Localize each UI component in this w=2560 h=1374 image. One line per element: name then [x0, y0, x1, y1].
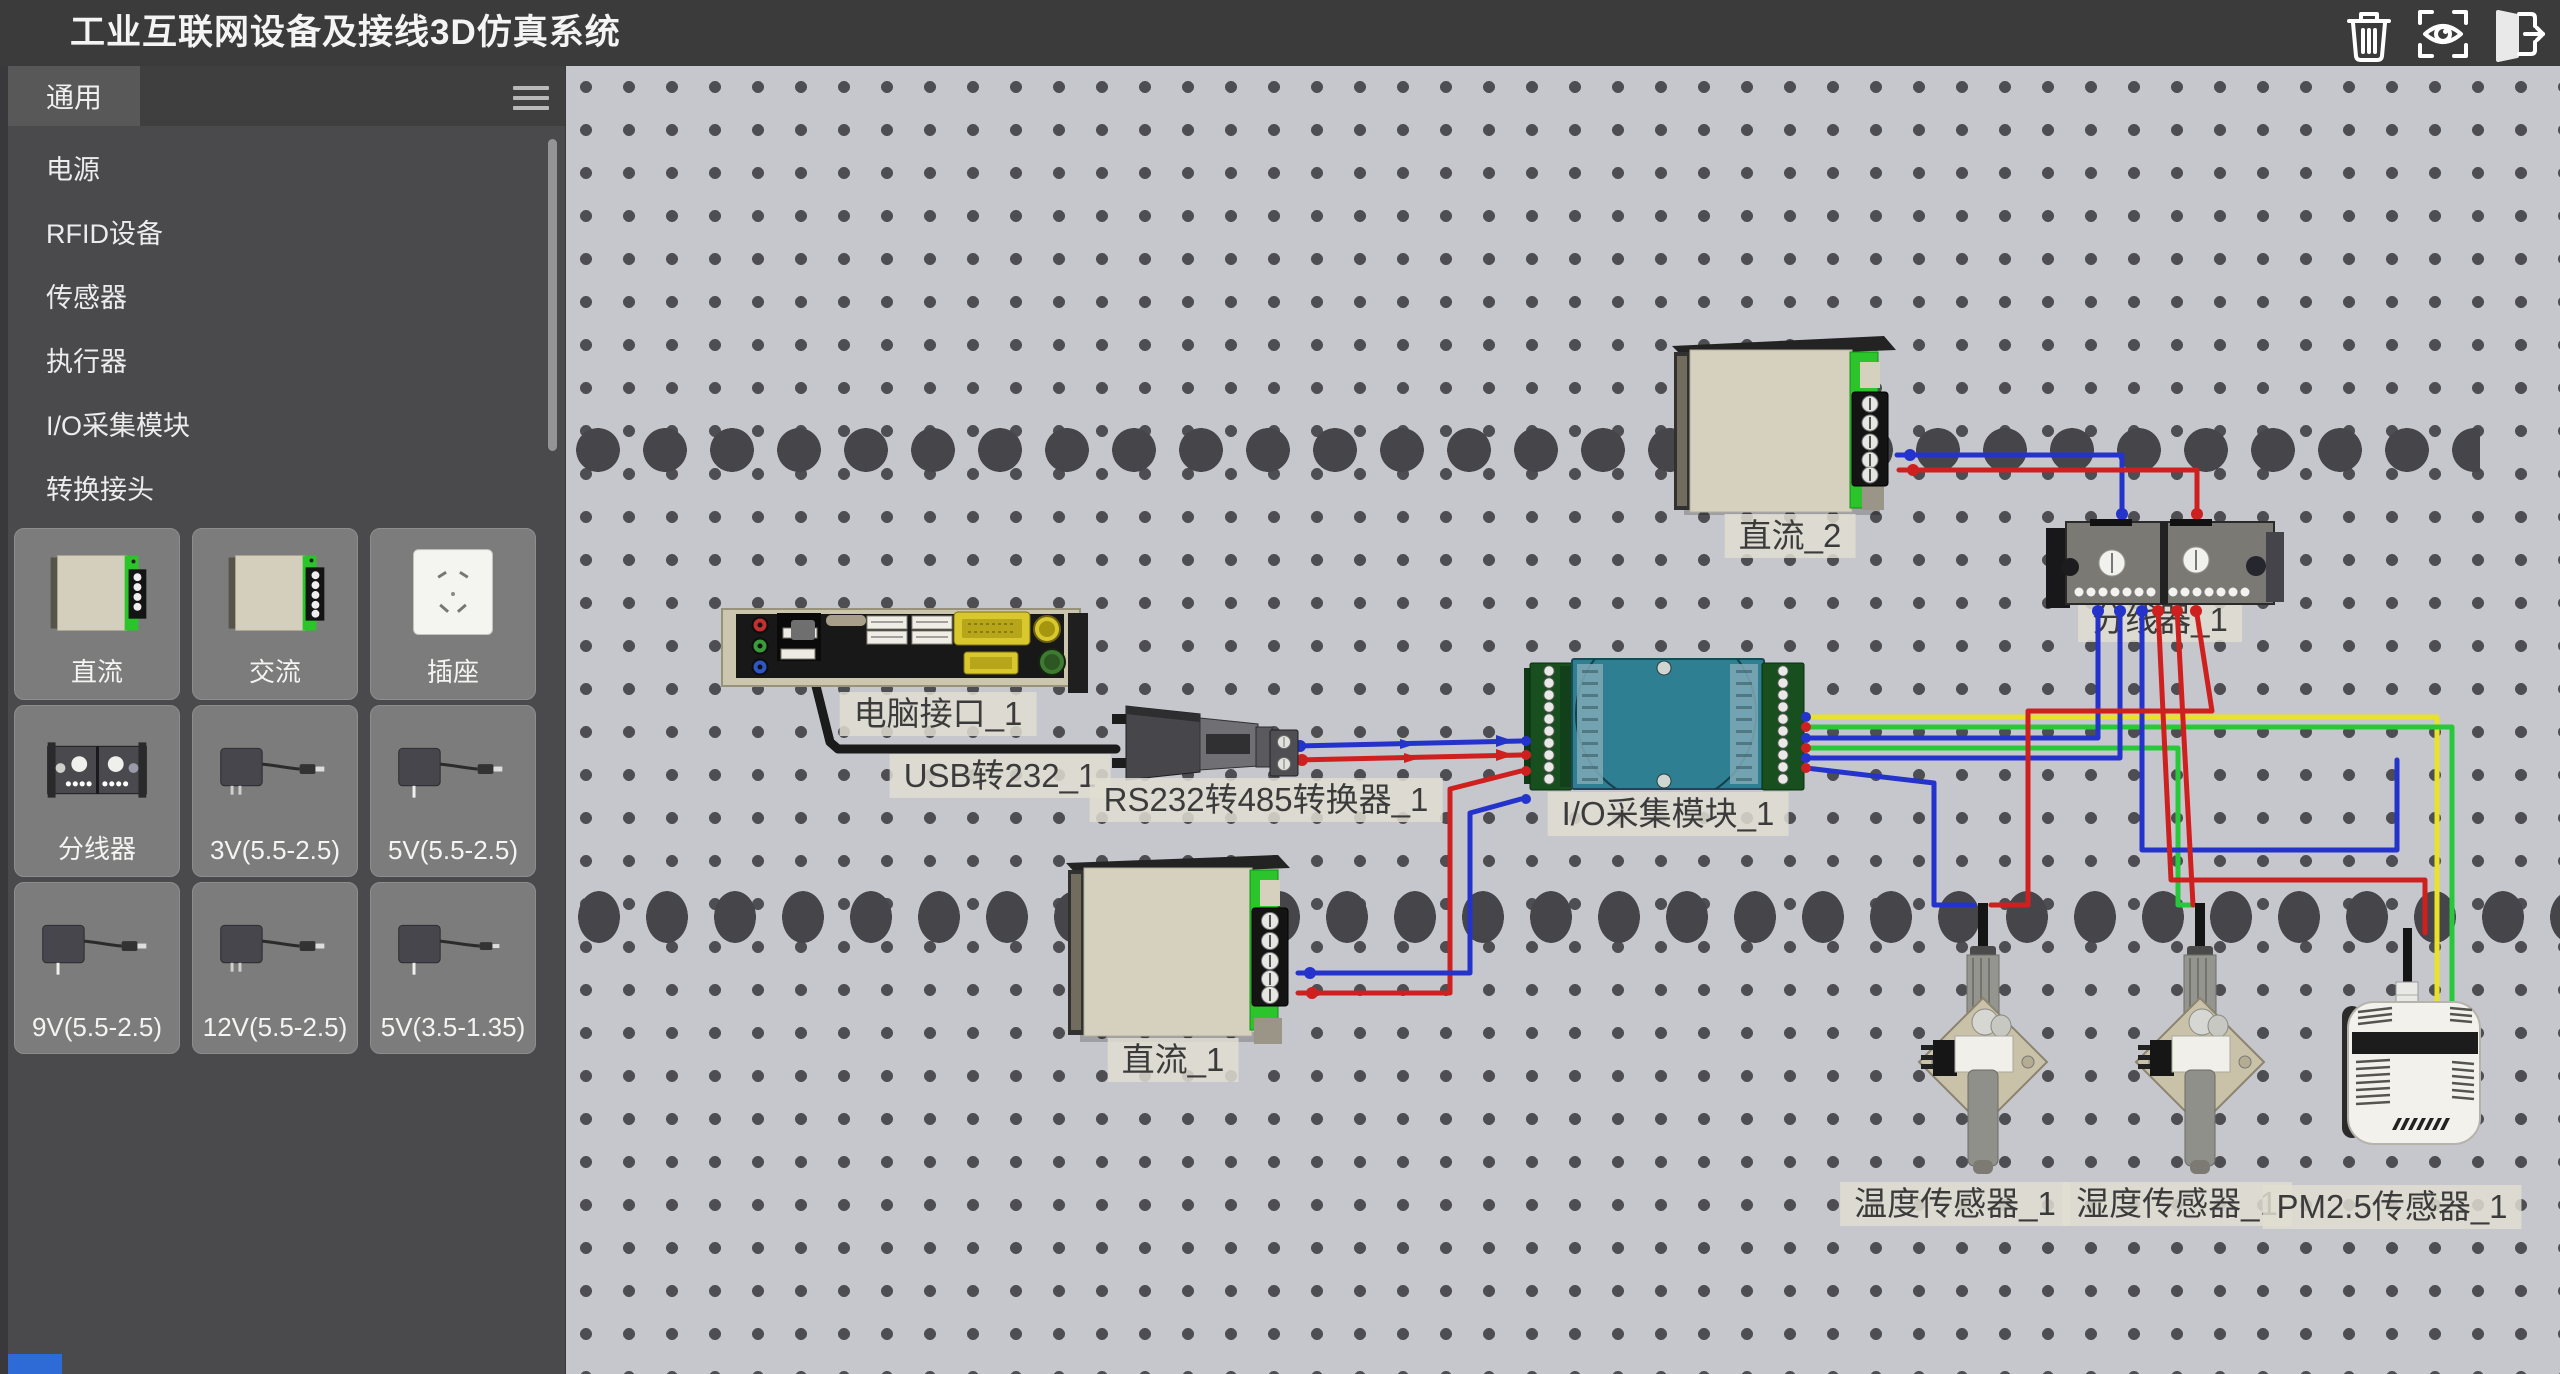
- pegboard-hole-band: [565, 428, 2480, 472]
- adapter-icon: [201, 716, 349, 826]
- bottom-left-accent: [8, 1354, 62, 1374]
- palette-tile-5v-small[interactable]: 5V(3.5-1.35): [370, 882, 536, 1054]
- tile-label: 9V(5.5-2.5): [15, 1012, 179, 1043]
- title-bar: 工业互联网设备及接线3D仿真系统: [0, 0, 2560, 66]
- adapter-icon: [201, 893, 349, 1003]
- device-label-temperature[interactable]: 温度传感器_1: [1840, 1182, 2070, 1226]
- sidebar-item-io-module[interactable]: I/O采集模块: [8, 394, 565, 458]
- delete-icon[interactable]: [2340, 5, 2398, 63]
- sidebar-item-rfid[interactable]: RFID设备: [8, 202, 565, 266]
- sidebar-edge-strip: [0, 66, 8, 1374]
- palette-tile-ac[interactable]: 交流: [192, 528, 358, 700]
- tab-general[interactable]: 通用: [8, 66, 140, 126]
- sidebar-item-actuator[interactable]: 执行器: [8, 330, 565, 394]
- tile-label: 交流: [193, 652, 357, 689]
- palette-tile-3v[interactable]: 3V(5.5-2.5): [192, 705, 358, 877]
- dc-power-icon: [23, 539, 171, 649]
- tile-label: 分线器: [15, 829, 179, 866]
- palette-tile-9v[interactable]: 9V(5.5-2.5): [14, 882, 180, 1054]
- palette-tile-dc[interactable]: 直流: [14, 528, 180, 700]
- dc-power-1-device[interactable]: [1066, 855, 1290, 1044]
- tile-label: 5V(5.5-2.5): [371, 835, 535, 866]
- tile-label: 3V(5.5-2.5): [193, 835, 357, 866]
- sidebar-item-converter[interactable]: 转换接头: [8, 458, 565, 522]
- device-palette: 直流 交流: [8, 528, 558, 1054]
- app-title: 工业互联网设备及接线3D仿真系统: [70, 0, 621, 66]
- adapter-icon: [379, 716, 527, 826]
- device-label-humidity[interactable]: 湿度传感器_1: [2062, 1182, 2292, 1226]
- socket-icon: [379, 539, 527, 649]
- device-label-dc1[interactable]: 直流_1: [1108, 1038, 1239, 1082]
- device-label-pc-interface[interactable]: 电脑接口_1: [840, 692, 1037, 736]
- tile-label: 直流: [15, 652, 179, 689]
- pc-interface-device[interactable]: [722, 609, 1088, 693]
- adapter-icon: [379, 893, 527, 1003]
- palette-tile-12v[interactable]: 12V(5.5-2.5): [192, 882, 358, 1054]
- device-label-dc2[interactable]: 直流_2: [1725, 514, 1856, 558]
- ac-power-icon: [201, 539, 349, 649]
- preview-icon[interactable]: [2414, 5, 2472, 63]
- sidebar-tabbar: 通用: [8, 66, 565, 126]
- dc-power-2-device[interactable]: [1672, 336, 1896, 515]
- category-menu: 电源 RFID设备 传感器 执行器 I/O采集模块 转换接头: [8, 126, 565, 518]
- device-label-usb232[interactable]: USB转232_1: [890, 754, 1111, 798]
- toolbar: [2340, 5, 2546, 63]
- exit-icon[interactable]: [2488, 5, 2546, 63]
- device-label-pm25[interactable]: PM2.5传感器_1: [2262, 1185, 2521, 1229]
- menu-icon[interactable]: [513, 86, 549, 110]
- palette-tile-splitter[interactable]: 分线器: [14, 705, 180, 877]
- palette-tile-5v[interactable]: 5V(5.5-2.5): [370, 705, 536, 877]
- adapter-icon: [23, 893, 171, 1003]
- tile-label: 5V(3.5-1.35): [371, 1012, 535, 1043]
- device-library-sidebar: 通用 电源 RFID设备 传感器 执行器 I/O采集模块 转换接头: [0, 66, 566, 1374]
- tile-label: 12V(5.5-2.5): [193, 1012, 357, 1043]
- splitter-device[interactable]: [2046, 519, 2284, 608]
- sidebar-item-power[interactable]: 电源: [8, 138, 565, 202]
- device-label-rs232-485[interactable]: RS232转485转换器_1: [1090, 778, 1443, 822]
- device-label-io-module[interactable]: I/O采集模块_1: [1548, 792, 1789, 836]
- sidebar-scrollbar[interactable]: [548, 139, 557, 451]
- palette-tile-socket[interactable]: 插座: [370, 528, 536, 700]
- sidebar-item-sensor[interactable]: 传感器: [8, 266, 565, 330]
- tile-label: 插座: [371, 652, 535, 689]
- splitter-icon: [23, 716, 171, 826]
